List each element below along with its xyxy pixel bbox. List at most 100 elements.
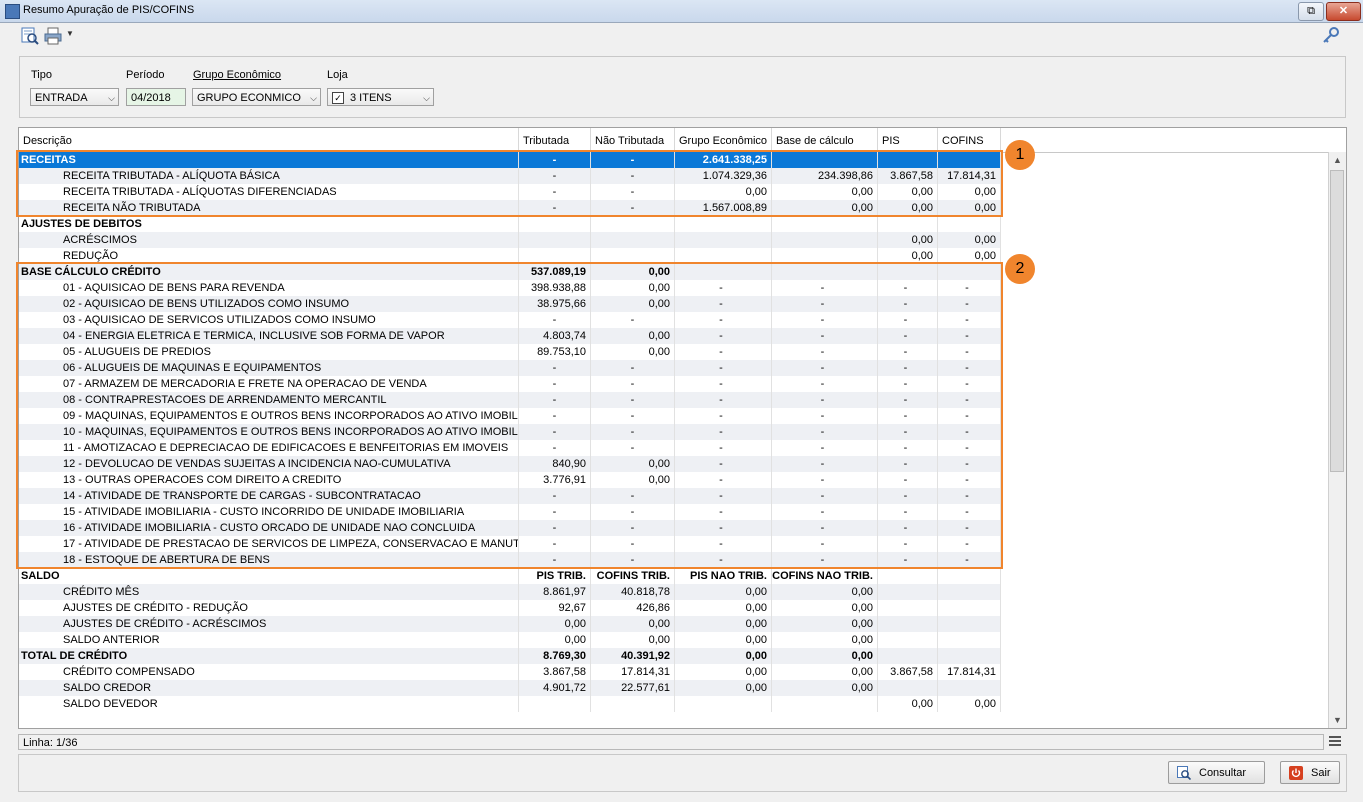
- table-row[interactable]: 08 - CONTRAPRESTACOES DE ARRENDAMENTO ME…: [19, 392, 1001, 408]
- table-row[interactable]: 07 - ARMAZEM DE MERCADORIA E FRETE NA OP…: [19, 376, 1001, 392]
- cell-descricao: 10 - MAQUINAS, EQUIPAMENTOS E OUTROS BEN…: [19, 424, 519, 440]
- cell-descricao: RECEITAS: [19, 152, 519, 168]
- table-cell: 0,00: [519, 616, 591, 632]
- col-descricao[interactable]: Descrição: [19, 128, 519, 152]
- table-row[interactable]: 04 - ENERGIA ELETRICA E TERMICA, INCLUSI…: [19, 328, 1001, 344]
- col-grupo-economico[interactable]: Grupo Econômico: [675, 128, 772, 152]
- col-pis[interactable]: PIS: [878, 128, 938, 152]
- table-cell: -: [591, 360, 675, 376]
- vertical-scrollbar[interactable]: ▲ ▼: [1328, 152, 1346, 728]
- restore-button[interactable]: ⧉: [1298, 2, 1324, 21]
- table-cell: -: [938, 296, 1001, 312]
- cell-descricao: 18 - ESTOQUE DE ABERTURA DE BENS: [19, 552, 519, 568]
- grupo-label[interactable]: Grupo Econômico: [193, 69, 281, 81]
- table-cell: 0,00: [878, 696, 938, 712]
- table-row[interactable]: SALDO ANTERIOR 0,00 0,00 0,00 0,00: [19, 632, 1001, 648]
- scroll-up-icon[interactable]: ▲: [1329, 152, 1346, 168]
- consultar-button[interactable]: Consultar: [1168, 761, 1265, 784]
- table-row[interactable]: SALDO CREDOR 4.901,72 22.577,61 0,00 0,00: [19, 680, 1001, 696]
- table-row[interactable]: AJUSTES DE CRÉDITO - ACRÉSCIMOS 0,00 0,00 0…: [19, 616, 1001, 632]
- table-cell: [938, 616, 1001, 632]
- table-cell: -: [675, 472, 772, 488]
- cell-descricao: 14 - ATIVIDADE DE TRANSPORTE DE CARGAS -…: [19, 488, 519, 504]
- table-row[interactable]: 10 - MAQUINAS, EQUIPAMENTOS E OUTROS BEN…: [19, 424, 1001, 440]
- table-row[interactable]: 16 - ATIVIDADE IMOBILIARIA - CUSTO ORCAD…: [19, 520, 1001, 536]
- table-row[interactable]: 15 - ATIVIDADE IMOBILIARIA - CUSTO INCOR…: [19, 504, 1001, 520]
- col-nao-tributada[interactable]: Não Tributada: [591, 128, 675, 152]
- table-cell: 0,00: [772, 616, 878, 632]
- table-row[interactable]: 17 - ATIVIDADE DE PRESTACAO DE SERVICOS …: [19, 536, 1001, 552]
- table-row[interactable]: CRÉDITO MÊS 8.861,97 40.818,78 0,00 0,00: [19, 584, 1001, 600]
- scroll-down-icon[interactable]: ▼: [1329, 712, 1346, 728]
- table-row[interactable]: 09 - MAQUINAS, EQUIPAMENTOS E OUTROS BEN…: [19, 408, 1001, 424]
- printer-icon[interactable]: [44, 27, 62, 45]
- table-cell: [772, 216, 878, 232]
- table-row[interactable]: 12 - DEVOLUCAO DE VENDAS SUJEITAS A INCI…: [19, 456, 1001, 472]
- table-row[interactable]: 06 - ALUGUEIS DE MAQUINAS E EQUIPAMENTOS…: [19, 360, 1001, 376]
- sair-button[interactable]: Sair: [1280, 761, 1340, 784]
- table-row[interactable]: RECEITA NÃO TRIBUTADA - -1.567.008,89 0,00 0…: [19, 200, 1001, 216]
- scroll-thumb[interactable]: [1330, 170, 1344, 472]
- menu-icon[interactable]: [1329, 736, 1341, 748]
- table-cell: -: [591, 424, 675, 440]
- table-cell: -: [938, 440, 1001, 456]
- table-cell: 0,00: [675, 664, 772, 680]
- table-row[interactable]: 03 - AQUISICAO DE SERVICOS UTILIZADOS CO…: [19, 312, 1001, 328]
- cell-descricao: 08 - CONTRAPRESTACOES DE ARRENDAMENTO ME…: [19, 392, 519, 408]
- table-row[interactable]: ACRÉSCIMOS 0,00 0,00: [19, 232, 1001, 248]
- table-cell: 840,90: [519, 456, 591, 472]
- tipo-select[interactable]: ENTRADA ⌵: [30, 88, 119, 106]
- table-row[interactable]: 05 - ALUGUEIS DE PREDIOS 89.753,10 0,00- - -…: [19, 344, 1001, 360]
- toolbar: ▼: [0, 23, 1363, 49]
- table-row[interactable]: 11 - AMOTIZACAO E DEPRECIACAO DE EDIFICA…: [19, 440, 1001, 456]
- table-cell: 3.776,91: [519, 472, 591, 488]
- table-cell: 0,00: [938, 184, 1001, 200]
- chevron-down-icon: ⌵: [108, 93, 115, 103]
- close-button[interactable]: ✕: [1326, 2, 1361, 21]
- magnifier-report-icon[interactable]: [21, 27, 39, 45]
- table-cell: -: [878, 520, 938, 536]
- table-cell: -: [675, 552, 772, 568]
- table-row[interactable]: 14 - ATIVIDADE DE TRANSPORTE DE CARGAS -…: [19, 488, 1001, 504]
- table-row[interactable]: AJUSTES DE CRÉDITO - REDUÇÃO 92,67 426,86 0…: [19, 600, 1001, 616]
- table-cell: [878, 152, 938, 168]
- table-row[interactable]: REDUÇÃO 0,00 0,00: [19, 248, 1001, 264]
- table-cell: 0,00: [878, 232, 938, 248]
- table-row[interactable]: CRÉDITO COMPENSADO 3.867,58 17.814,31 0,00 0…: [19, 664, 1001, 680]
- table-row[interactable]: 01 - AQUISICAO DE BENS PARA REVENDA 398.9…: [19, 280, 1001, 296]
- table-cell: -: [519, 488, 591, 504]
- table-row[interactable]: RECEITAS - -2.641.338,25: [19, 152, 1001, 168]
- table-row[interactable]: AJUSTES DE DEBITOS: [19, 216, 1001, 232]
- col-tributada[interactable]: Tributada: [519, 128, 591, 152]
- table-cell: -: [772, 296, 878, 312]
- table-row[interactable]: RECEITA TRIBUTADA - ALÍQUOTA BÁSICA - -1.0…: [19, 168, 1001, 184]
- table-row[interactable]: 18 - ESTOQUE DE ABERTURA DE BENS - - - - - -: [19, 552, 1001, 568]
- table-row[interactable]: 13 - OUTRAS OPERACOES COM DIREITO A CRED…: [19, 472, 1001, 488]
- small-down-arrow-icon[interactable]: ▼: [66, 29, 74, 38]
- col-base-calculo[interactable]: Base de cálculo: [772, 128, 878, 152]
- table-row[interactable]: RECEITA TRIBUTADA - ALÍQUOTAS DIFERENCIA…: [19, 184, 1001, 200]
- grupo-select[interactable]: GRUPO ECONMICO ⌵: [192, 88, 321, 106]
- table-row[interactable]: SALDO DEVEDOR 0,00 0,00: [19, 696, 1001, 712]
- table-cell: 17.814,31: [938, 168, 1001, 184]
- table-cell: -: [772, 360, 878, 376]
- table-row[interactable]: BASE CÁLCULO CRÉDITO 537.089,19 0,00: [19, 264, 1001, 280]
- table-cell: -: [938, 312, 1001, 328]
- loja-select[interactable]: ✓ 3 ITENS ⌵: [327, 88, 434, 106]
- table-cell: -: [675, 344, 772, 360]
- table-cell: 8.861,97: [519, 584, 591, 600]
- annotation-badge-2: 2: [1005, 254, 1035, 284]
- table-cell: [938, 600, 1001, 616]
- table-cell: [938, 568, 1001, 584]
- table-cell: -: [772, 376, 878, 392]
- table-cell: -: [878, 360, 938, 376]
- table-row[interactable]: SALDO PIS TRIB. COFINS TRIB. PIS NAO TRIB. C…: [19, 568, 1001, 584]
- col-cofins[interactable]: COFINS: [938, 128, 1001, 152]
- check-icon[interactable]: ✓: [332, 92, 344, 105]
- table-row[interactable]: 02 - AQUISICAO DE BENS UTILIZADOS COMO I…: [19, 296, 1001, 312]
- periodo-input[interactable]: 04/2018: [126, 88, 186, 106]
- app-icon: [5, 4, 20, 19]
- key-icon[interactable]: [1322, 27, 1340, 45]
- table-cell: -: [772, 504, 878, 520]
- table-row[interactable]: TOTAL DE CRÉDITO 8.769,30 40.391,92 0,00 0,0…: [19, 648, 1001, 664]
